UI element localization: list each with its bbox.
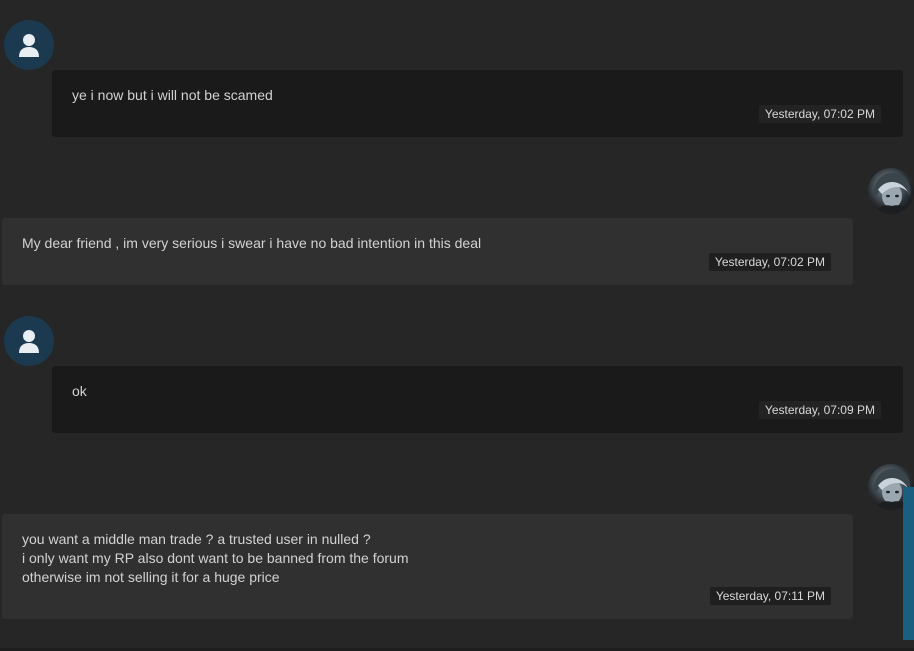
message-bubble: ye i now but i will not be scamed Yester…: [52, 70, 903, 137]
conversation-thread: ye i now but i will not be scamed Yester…: [0, 0, 914, 651]
default-user-icon: [19, 34, 39, 57]
message-timestamp[interactable]: Yesterday, 07:11 PM: [709, 587, 831, 605]
message-timestamp[interactable]: Yesterday, 07:02 PM: [708, 253, 831, 271]
message-bubble: ok Yesterday, 07:09 PM: [52, 366, 903, 433]
message-timestamp[interactable]: Yesterday, 07:02 PM: [758, 105, 881, 123]
message-text: ye i now but i will not be scamed: [72, 87, 273, 103]
message-bubble: My dear friend , im very serious i swear…: [2, 218, 853, 285]
sender-avatar[interactable]: [4, 20, 54, 70]
avatar-portrait-icon: [873, 172, 911, 214]
sender-avatar[interactable]: [4, 316, 54, 366]
anime-character-avatar[interactable]: [868, 168, 914, 214]
message-bubble: you want a middle man trade ? a trusted …: [2, 514, 853, 619]
scrollbar-thumb[interactable]: [903, 487, 914, 640]
message-text: My dear friend , im very serious i swear…: [22, 235, 482, 251]
message-text: ok: [72, 383, 87, 399]
message-timestamp[interactable]: Yesterday, 07:09 PM: [758, 401, 881, 419]
default-user-icon: [19, 330, 39, 353]
message-text: you want a middle man trade ? a trusted …: [22, 531, 409, 585]
